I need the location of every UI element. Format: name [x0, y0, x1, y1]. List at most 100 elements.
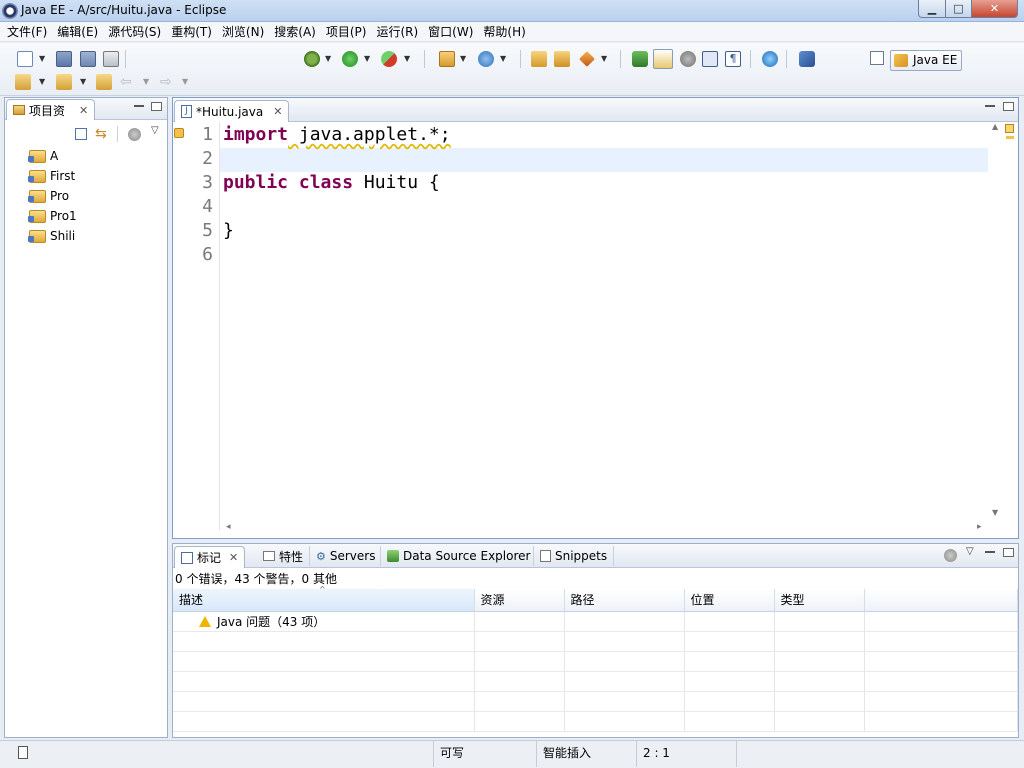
maximize-button[interactable]: □ — [945, 0, 972, 18]
external-tools-dropdown-icon[interactable]: ▼ — [404, 54, 410, 63]
close-tab-icon[interactable]: ✕ — [229, 551, 238, 564]
open-perspective-icon[interactable] — [870, 51, 884, 65]
line-number: 5 — [202, 220, 213, 241]
external-tools-icon[interactable] — [381, 51, 397, 67]
scroll-left-icon[interactable]: ◂ — [226, 522, 231, 532]
back-dropdown-icon[interactable]: ▼ — [143, 77, 149, 86]
menu-source[interactable]: 源代码(S) — [103, 22, 166, 42]
menu-refactor[interactable]: 重构(T) — [166, 22, 217, 42]
toggle-mark-icon[interactable] — [632, 51, 648, 67]
scroll-right-icon[interactable]: ▸ — [977, 522, 982, 532]
open-resource-icon[interactable] — [554, 51, 570, 67]
maximize-view-icon[interactable] — [151, 102, 162, 111]
run-icon[interactable] — [342, 51, 358, 67]
column-header-resource[interactable]: 资源 — [474, 589, 565, 612]
table-row[interactable]: Java 问题（43 项） — [173, 611, 1018, 632]
save-all-icon[interactable] — [80, 51, 96, 67]
minimize-view-icon[interactable] — [985, 551, 995, 553]
tree-item-project[interactable]: Pro — [5, 186, 167, 206]
menu-window[interactable]: 窗口(W) — [423, 22, 478, 42]
column-header-location[interactable]: 位置 — [684, 589, 775, 612]
prev-annotation-icon[interactable] — [56, 74, 72, 90]
maximize-view-icon[interactable] — [1003, 102, 1014, 111]
column-header-type[interactable]: 类型 — [774, 589, 865, 612]
tab-data-source-explorer[interactable]: Data Source Explorer — [380, 546, 536, 566]
column-header-path[interactable]: 路径 — [564, 589, 685, 612]
overview-warning-mark[interactable] — [1006, 136, 1014, 139]
tree-item-project[interactable]: A — [5, 146, 167, 166]
tab-project-explorer[interactable]: 项目资 ✕ — [6, 99, 96, 120]
menu-file[interactable]: 文件(F) — [2, 22, 52, 42]
next-annotation-dropdown-icon[interactable]: ▼ — [39, 77, 45, 86]
back-icon[interactable]: ⇦ — [120, 74, 132, 90]
open-type-icon[interactable] — [531, 51, 547, 67]
print-icon[interactable] — [103, 51, 119, 67]
menu-run[interactable]: 运行(R) — [371, 22, 423, 42]
new-icon[interactable] — [17, 51, 33, 67]
snippets-icon — [540, 550, 551, 562]
tab-snippets[interactable]: Snippets — [533, 546, 615, 566]
menu-help[interactable]: 帮助(H) — [478, 22, 530, 42]
menu-project[interactable]: 项目(P) — [321, 22, 372, 42]
search-dropdown-icon[interactable]: ▼ — [601, 54, 607, 63]
minimize-view-icon[interactable] — [985, 105, 995, 107]
debug-dropdown-icon[interactable]: ▼ — [325, 54, 331, 63]
link-editor-icon[interactable]: ⇆ — [95, 126, 107, 142]
forward-icon[interactable]: ⇨ — [160, 74, 172, 90]
filter-icon[interactable] — [944, 549, 957, 562]
new-project-dropdown-icon[interactable]: ▼ — [460, 54, 466, 63]
paragraph-icon[interactable]: ¶ — [725, 51, 741, 67]
tab-properties[interactable]: 特性 — [257, 546, 309, 566]
close-tab-icon[interactable]: ✕ — [273, 105, 282, 118]
maximize-view-icon[interactable] — [1003, 548, 1014, 557]
new-java-project-icon[interactable] — [439, 51, 455, 67]
code-text[interactable]: import java.applet.*; public class Huitu… — [220, 122, 990, 522]
fast-view-icon[interactable] — [18, 746, 28, 759]
code-keyword: import — [223, 124, 289, 145]
show-whitespace-icon[interactable] — [680, 51, 696, 67]
view-menu-icon[interactable]: ▽ — [151, 125, 159, 136]
menu-navigate[interactable]: 浏览(N) — [217, 22, 269, 42]
minimize-view-icon[interactable] — [134, 105, 144, 107]
forward-dropdown-icon[interactable]: ▼ — [182, 77, 188, 86]
minimize-button[interactable]: ▁ — [918, 0, 946, 18]
code-editor[interactable]: 1 2 3 4 5 6 import java.applet.*; public… — [173, 122, 1018, 538]
tab-huitu-java[interactable]: J *Huitu.java ✕ — [174, 100, 290, 122]
menu-search[interactable]: 搜索(A) — [269, 22, 321, 42]
highlight-icon[interactable] — [653, 49, 673, 69]
column-header-description[interactable]: 描述 ^ — [173, 585, 475, 612]
close-tab-icon[interactable]: ✕ — [79, 104, 88, 117]
vertical-scrollbar[interactable]: ▲ ▼ — [989, 122, 1003, 522]
project-label: First — [50, 169, 76, 183]
tab-markers[interactable]: 标记 ✕ — [174, 546, 246, 568]
horizontal-scrollbar[interactable]: ◂ ▸ — [220, 522, 990, 536]
tree-item-project[interactable]: Pro1 — [5, 206, 167, 226]
tree-item-project[interactable]: Shili — [5, 226, 167, 246]
perspective-java-ee-button[interactable]: Java EE — [890, 50, 962, 71]
last-edit-icon[interactable] — [96, 74, 112, 90]
overview-warning-icon[interactable] — [1005, 124, 1014, 133]
next-annotation-icon[interactable] — [15, 74, 31, 90]
save-icon[interactable] — [56, 51, 72, 67]
collapse-all-icon[interactable] — [75, 128, 87, 140]
run-dropdown-icon[interactable]: ▼ — [364, 54, 370, 63]
tree-item-project[interactable]: First — [5, 166, 167, 186]
view-menu-icon[interactable]: ▽ — [966, 546, 974, 557]
warning-marker-icon[interactable] — [174, 128, 184, 138]
tab-servers[interactable]: ⚙ Servers — [309, 546, 381, 566]
new-dropdown-icon[interactable]: ▼ — [39, 54, 45, 63]
menu-edit[interactable]: 编辑(E) — [52, 22, 103, 42]
search-icon[interactable] — [579, 51, 595, 67]
new-class-dropdown-icon[interactable]: ▼ — [500, 54, 506, 63]
web-browser-icon[interactable] — [762, 51, 778, 67]
block-selection-icon[interactable] — [702, 51, 718, 67]
scroll-up-icon[interactable]: ▲ — [992, 122, 998, 131]
new-class-icon[interactable] — [478, 51, 494, 67]
debug-icon[interactable] — [304, 51, 320, 67]
server-icon[interactable] — [799, 51, 815, 67]
scroll-down-icon[interactable]: ▼ — [992, 508, 998, 517]
prev-annotation-dropdown-icon[interactable]: ▼ — [80, 77, 86, 86]
close-button[interactable]: ✕ — [971, 0, 1018, 18]
filter-icon[interactable] — [128, 128, 141, 141]
line-number: 6 — [202, 244, 213, 265]
